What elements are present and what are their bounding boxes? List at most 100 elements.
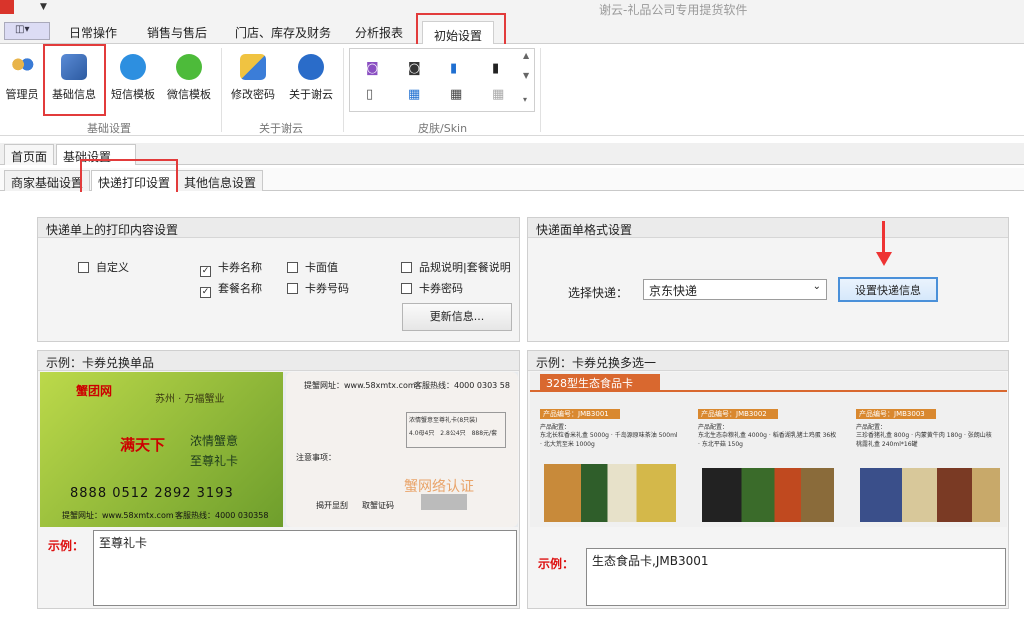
format-panel-title: 快递面单格式设置 — [528, 218, 1008, 238]
users-icon — [9, 54, 35, 80]
chat-bubble-icon — [120, 54, 146, 80]
product-items: 东北生态杂粮礼盒 4000g · 稻香湖乳猪土鸡蛋 36枚 · 东北平菇 150… — [698, 432, 837, 448]
product-photo-grain — [702, 468, 834, 522]
scroll-down-icon[interactable]: ▼ — [523, 71, 529, 80]
info-icon — [298, 54, 324, 80]
group-separator — [540, 48, 541, 132]
checkbox-icon — [401, 283, 412, 294]
skin-option-icon[interactable]: ▦ — [492, 87, 504, 102]
scratch-area — [421, 494, 467, 510]
checkbox-custom[interactable]: 自定义 — [78, 259, 129, 275]
checkbox-checked-icon: ✓ — [200, 266, 211, 277]
window-title: 谢云-礼品公司专用提货软件 — [599, 3, 748, 17]
checkbox-label: 卡面值 — [305, 261, 338, 274]
title-bar — [0, 0, 1024, 18]
card-hotline: 客服热线：4000 030358 — [175, 511, 269, 520]
product-code: 产品编号：JMB3002 — [698, 409, 778, 419]
card-slogan: 满天下 — [120, 436, 166, 454]
app-menu-button[interactable]: ◫▾ — [4, 22, 50, 40]
card-watermark: 蟹网络认证 — [404, 479, 474, 495]
checkbox-card-name[interactable]: ✓ 卡券名称 — [200, 259, 262, 277]
sms-template-button[interactable]: 短信模板 — [108, 54, 158, 102]
checkbox-icon — [287, 283, 298, 294]
change-password-button[interactable]: 修改密码 — [228, 54, 278, 102]
group-label-skin: 皮肤/Skin — [418, 122, 468, 135]
quick-access-dropdown-icon[interactable]: ▼ — [40, 2, 47, 12]
skin-option-icon[interactable]: ▮ — [492, 61, 499, 76]
express-select-value: 京东快递 — [649, 284, 698, 298]
checkbox-card-number[interactable]: 卡券号码 — [287, 280, 349, 296]
checkbox-label: 自定义 — [96, 261, 129, 274]
card-back-code: 取蟹证码 — [362, 501, 394, 510]
express-select[interactable]: 京东快递 ⌄ — [643, 279, 827, 300]
checkbox-label: 套餐名称 — [218, 282, 262, 295]
group-label-basic: 基础设置 — [87, 122, 131, 135]
checkbox-card-password[interactable]: 卡券密码 — [401, 280, 463, 296]
card-sub2: 至尊礼卡 — [190, 454, 239, 468]
card-brand: 蟹团网 — [76, 384, 113, 398]
card-back-hotline: 客服热线：4000 0303 58 — [414, 381, 510, 390]
product-code: 产品编号：JMB3003 — [856, 409, 936, 419]
wechat-template-label: 微信模板 — [167, 88, 211, 101]
card-sample-image: 蟹团网 苏州 · 万福蟹业 满天下 浓情蟹意 至尊礼卡 8888 0512 28… — [40, 372, 518, 527]
skin-option-icon[interactable]: ▮ — [450, 61, 457, 76]
tab-daily[interactable]: 日常操作 — [69, 24, 117, 41]
product-code: 产品编号：JMB3001 — [540, 409, 620, 419]
example-label: 示例： — [538, 557, 575, 571]
admin-button[interactable]: 管理员 — [4, 54, 40, 102]
tab-reports[interactable]: 分析报表 — [355, 24, 403, 41]
checkbox-icon — [287, 262, 298, 273]
app-logo-icon — [0, 0, 14, 14]
print-panel-title: 快递单上的打印内容设置 — [38, 218, 519, 238]
group-separator — [221, 48, 222, 132]
express-format-panel: 快递面单格式设置 选择快递： 京东快递 ⌄ 设置快递信息 — [527, 217, 1009, 342]
tab-sales[interactable]: 销售与售后 — [147, 24, 207, 41]
checkbox-spec-desc[interactable]: 品规说明|套餐说明 — [401, 259, 511, 275]
checkbox-package-name[interactable]: ✓ 套餐名称 — [200, 280, 262, 298]
subtab-merchant-basic[interactable]: 商家基础设置 — [4, 170, 91, 191]
checkbox-label: 卡券密码 — [419, 282, 463, 295]
update-info-button[interactable]: 更新信息... — [402, 303, 512, 331]
checkbox-face-value[interactable]: 卡面值 — [287, 259, 338, 275]
skin-option-icon[interactable]: ▦ — [450, 87, 462, 102]
about-button[interactable]: 关于谢云 — [286, 54, 336, 102]
card-table-cell: 4.0母4只 — [409, 430, 435, 437]
wechat-template-button[interactable]: 微信模板 — [164, 54, 214, 102]
highlight-box-basic-info — [43, 44, 106, 116]
select-express-label: 选择快递： — [568, 286, 629, 300]
product-banner: 328型生态食品卡 — [540, 374, 660, 390]
gallery-more-icon[interactable]: ▾ — [523, 95, 527, 104]
card-region: 苏州 · 万福蟹业 — [155, 394, 225, 405]
card-back-table: 浓情蟹意至尊礼卡(8只装) 4.0母4只 2.8公4只 888元/套 — [406, 412, 506, 448]
scroll-up-icon[interactable]: ▲ — [523, 51, 529, 60]
skin-option-icon[interactable]: ▦ — [408, 87, 420, 102]
card-back-open: 揭开显刮 — [316, 501, 348, 510]
product-items: 东北长粒香米礼盒 5000g · 千岛源原味茶油 500ml · 北大荒至米 1… — [540, 432, 678, 448]
card-table-cell: 浓情蟹意至尊礼卡(8只装) — [409, 417, 478, 424]
wechat-icon — [176, 54, 202, 80]
skin-option-icon[interactable]: ◙ — [408, 61, 421, 76]
chevron-down-icon: ⌄ — [812, 281, 821, 292]
subtab-other-info[interactable]: 其他信息设置 — [177, 170, 264, 191]
menu-icon: ◫▾ — [15, 24, 30, 35]
checkbox-icon — [401, 262, 412, 273]
print-content-panel: 快递单上的打印内容设置 自定义 ✓ 卡券名称 卡面值 品规说明|套餐说明 ✓ 套餐名… — [37, 217, 520, 342]
arrow-annotation-shaft — [882, 221, 885, 253]
product-photo-rice — [544, 464, 676, 522]
checkbox-label: 卡券号码 — [305, 282, 349, 295]
tab-store[interactable]: 门店、库存及财务 — [235, 24, 331, 41]
example-text-field[interactable]: 至尊礼卡 — [93, 530, 517, 606]
example-text-field[interactable]: 生态食品卡,JMB3001 — [586, 548, 1006, 606]
card-back-note: 注意事项： — [296, 453, 336, 462]
example-right-title: 示例：卡券兑换多选一 — [528, 351, 1008, 371]
arrow-annotation-icon — [876, 252, 892, 266]
product-sample-image: 328型生态食品卡 产品编号：JMB3001 产品配置： 东北长粒香米礼盒 50… — [530, 372, 1007, 527]
skin-gallery[interactable]: ◙ ◙ ▮ ▮ ▯ ▦ ▦ ▦ ▲ ▼ ▾ — [349, 48, 535, 112]
group-separator — [343, 48, 344, 132]
product-photo-meat — [860, 468, 1000, 522]
doc-tab-home[interactable]: 首页面 — [4, 144, 55, 165]
set-express-info-button[interactable]: 设置快递信息 — [838, 277, 938, 302]
card-table-cell: 888元/套 — [471, 430, 498, 437]
skin-option-icon[interactable]: ◙ — [366, 61, 379, 76]
skin-option-icon[interactable]: ▯ — [366, 87, 373, 102]
